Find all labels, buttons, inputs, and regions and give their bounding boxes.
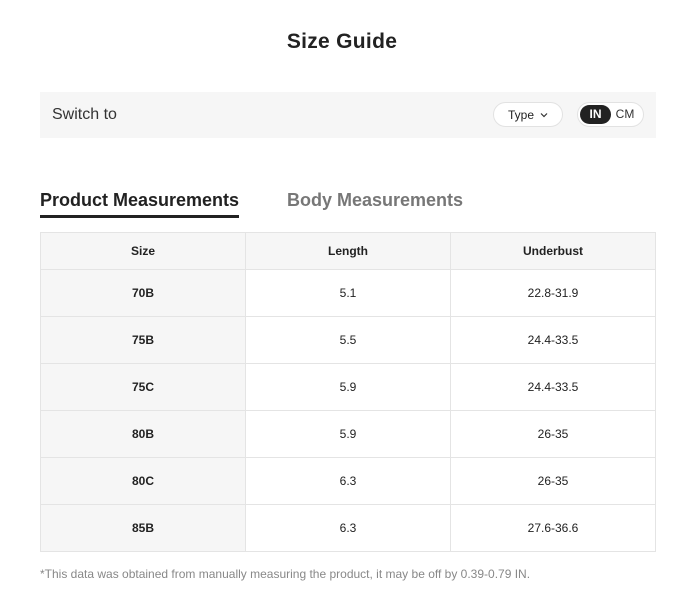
measurement-footnote: *This data was obtained from manually me… bbox=[40, 567, 531, 581]
page-title: Size Guide bbox=[286, 30, 398, 53]
length-cell: 5.5 bbox=[245, 316, 451, 364]
table-row: 80B 5.9 26-35 bbox=[40, 410, 656, 458]
size-cell: 80C bbox=[40, 457, 246, 505]
length-cell: 5.9 bbox=[245, 410, 451, 458]
underbust-cell: 24.4-33.5 bbox=[450, 316, 656, 364]
size-cell: 85B bbox=[40, 504, 246, 552]
column-header-underbust: Underbust bbox=[450, 232, 656, 270]
underbust-cell: 26-35 bbox=[450, 457, 656, 505]
switch-label: Switch to bbox=[52, 106, 117, 123]
unit-cm-button[interactable]: CM bbox=[611, 105, 639, 124]
unit-toggle: IN CM bbox=[577, 102, 644, 127]
tab-product-measurements[interactable]: Product Measurements bbox=[40, 190, 240, 218]
column-header-length: Length bbox=[245, 232, 451, 270]
underbust-cell: 26-35 bbox=[450, 410, 656, 458]
tab-body-measurements[interactable]: Body Measurements bbox=[287, 190, 463, 211]
size-cell: 75B bbox=[40, 316, 246, 364]
size-cell: 80B bbox=[40, 410, 246, 458]
size-table: Size Length Underbust 70B 5.1 22.8-31.9 … bbox=[40, 232, 656, 552]
size-cell: 75C bbox=[40, 363, 246, 411]
type-dropdown[interactable]: Type bbox=[493, 102, 563, 127]
table-row: 75B 5.5 24.4-33.5 bbox=[40, 316, 656, 364]
type-dropdown-label: Type bbox=[507, 107, 534, 122]
table-row: 85B 6.3 27.6-36.6 bbox=[40, 504, 656, 552]
underbust-cell: 22.8-31.9 bbox=[450, 269, 656, 317]
length-cell: 6.3 bbox=[245, 504, 451, 552]
table-row: 70B 5.1 22.8-31.9 bbox=[40, 269, 656, 317]
unit-switch-bar: Switch to Type IN CM bbox=[40, 92, 656, 138]
length-cell: 5.1 bbox=[245, 269, 451, 317]
chevron-down-icon bbox=[540, 112, 548, 117]
unit-in-button[interactable]: IN bbox=[580, 105, 611, 124]
table-row: 75C 5.9 24.4-33.5 bbox=[40, 363, 656, 411]
length-cell: 6.3 bbox=[245, 457, 451, 505]
table-row: 80C 6.3 26-35 bbox=[40, 457, 656, 505]
size-cell: 70B bbox=[40, 269, 246, 317]
length-cell: 5.9 bbox=[245, 363, 451, 411]
column-header-size: Size bbox=[40, 232, 246, 270]
underbust-cell: 27.6-36.6 bbox=[450, 504, 656, 552]
underbust-cell: 24.4-33.5 bbox=[450, 363, 656, 411]
table-header-row: Size Length Underbust bbox=[40, 232, 656, 270]
